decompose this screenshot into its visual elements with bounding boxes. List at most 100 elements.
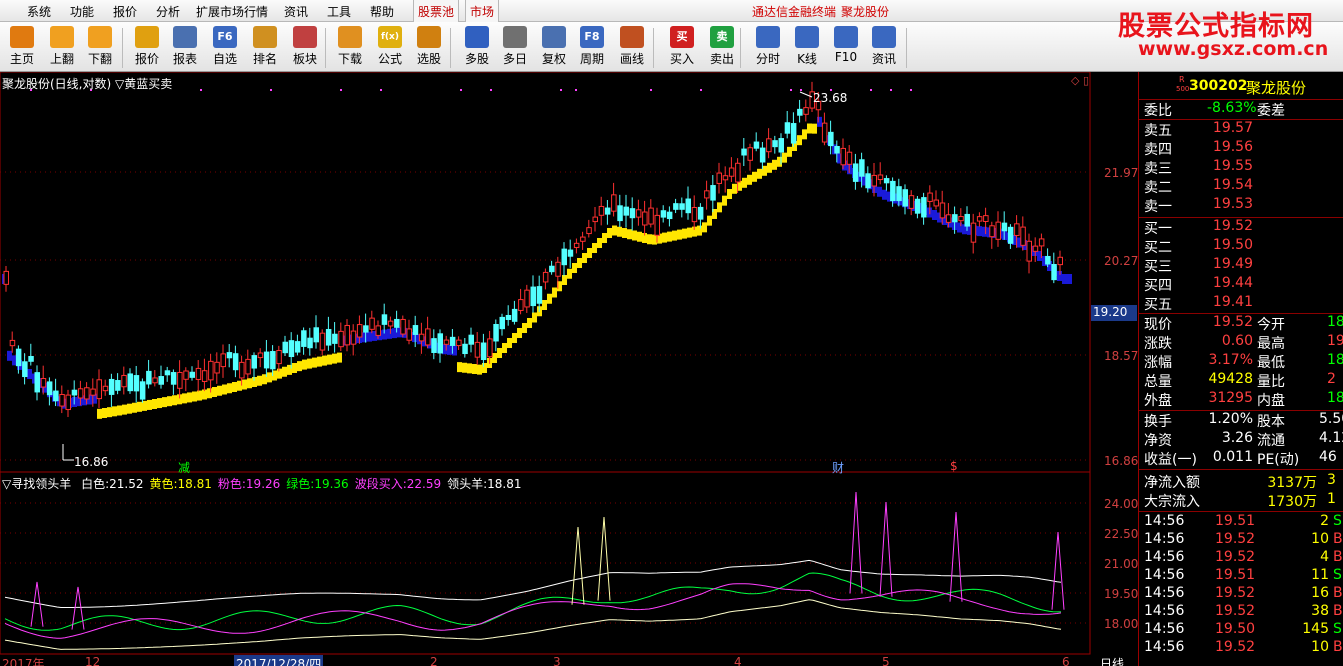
toolbar-button-clock[interactable]: 多日 [495, 24, 535, 70]
tick-row[interactable]: 14:56 19.52 16 B [1139, 585, 1343, 604]
signal-dot [575, 89, 577, 91]
toolbar-button-rank[interactable]: 排名 [245, 24, 285, 70]
ask-label: 卖三 [1144, 161, 1172, 177]
indicator-line-pink [4, 583, 1062, 639]
quote-stat-row[interactable]: 涨跌 0.60 最高 19 [1139, 333, 1343, 352]
candle-body [511, 308, 518, 322]
trend-band-mark [662, 232, 667, 243]
quote-stat-row[interactable]: 涨幅 3.17% 最低 18 [1139, 352, 1343, 371]
ask-level-row[interactable]: 卖四 19.56 [1139, 139, 1343, 158]
menu-help[interactable]: 帮助 [370, 3, 394, 20]
diamond-icon[interactable]: ◇ ▯ [1071, 74, 1089, 87]
quote-stat-row[interactable]: 总量 49428 量比 2 [1139, 371, 1343, 390]
toolbar-button-home[interactable]: 主页 [2, 24, 42, 70]
tick-row[interactable]: 14:56 19.52 10 B [1139, 639, 1343, 658]
event-marker[interactable]: $ [950, 459, 958, 473]
toolbar-button-formula[interactable]: f(x) 公式 [370, 24, 410, 70]
menu-function[interactable]: 功能 [70, 3, 94, 20]
period-label[interactable]: 日线 [1100, 655, 1124, 666]
candle-body [139, 381, 146, 400]
toolbar-button-yen[interactable]: 报价 [127, 24, 167, 70]
trend-band-mark [477, 364, 482, 375]
toolbar-button-label: 选股 [416, 52, 441, 66]
ask-level-row[interactable]: 卖三 19.55 [1139, 158, 1343, 177]
tick-qty: 10 [1311, 531, 1329, 547]
toolbar-button-draw-line[interactable]: 画线 [612, 24, 652, 70]
indicator-header: ▽寻找领头羊 白色:21.52 黄色:18.81 粉色:19.26 绿色:19.36 波… [2, 475, 522, 492]
tick-row[interactable]: 14:56 19.52 4 B [1139, 549, 1343, 568]
toolbar-button-blocks[interactable]: 板块 [285, 24, 325, 70]
menu-quote[interactable]: 报价 [113, 3, 137, 20]
financial-row[interactable]: 净资 3.26流通 4.12 [1139, 430, 1343, 449]
toolbar-button-download[interactable]: 下载 [330, 24, 370, 70]
candle-body [468, 334, 474, 345]
ask-level-row[interactable]: 卖五 19.57 [1139, 120, 1343, 139]
toolbar-button-stock-select[interactable]: 选股 [409, 24, 449, 70]
toolbar-button-kline[interactable]: K线 [787, 24, 827, 70]
menu-analysis[interactable]: 分析 [156, 3, 180, 20]
quote-stat-row[interactable]: 现价 19.52 今开 18 [1139, 314, 1343, 333]
trend-band-mark [617, 226, 622, 237]
toolbar-button-arrow-up[interactable]: 上翻 [42, 24, 82, 70]
signal-dot [910, 89, 912, 91]
menu-system[interactable]: 系统 [27, 3, 51, 20]
candle-body [685, 198, 691, 214]
ask-level-row[interactable]: 卖二 19.54 [1139, 177, 1343, 196]
menu-tools[interactable]: 工具 [327, 3, 351, 20]
bid-level-row[interactable]: 买四 19.44 [1139, 275, 1343, 294]
financial-row[interactable]: 收益(一) 0.011 PE(动) 46 [1139, 449, 1343, 468]
tick-row[interactable]: 14:56 19.51 11 S [1139, 567, 1343, 586]
fund-flow-row[interactable]: 净流入额 3137万 3 [1139, 472, 1343, 491]
bid-level-row[interactable]: 买二 19.50 [1139, 237, 1343, 256]
candle-body [704, 190, 710, 199]
tick-row[interactable]: 14:56 19.52 10 B [1139, 531, 1343, 550]
tick-row[interactable]: 14:56 19.51 2 S [1139, 513, 1343, 532]
candle-body [152, 377, 158, 384]
event-marker[interactable]: 财 [832, 459, 844, 476]
tab-stock-pool[interactable]: 股票池 [413, 0, 460, 22]
bid-label: 买五 [1144, 297, 1172, 313]
fin-value: 46 [1319, 449, 1337, 465]
trend-band-mark [517, 328, 522, 338]
tick-row[interactable]: 14:56 19.50 145 S [1139, 621, 1343, 640]
financial-row[interactable]: 换手 1.20%股本 5.50 [1139, 411, 1343, 430]
toolbar-button-rights[interactable]: 复权 [534, 24, 574, 70]
trend-band-mark [622, 228, 627, 238]
bid-level-row[interactable]: 买一 19.52 [1139, 218, 1343, 237]
toolbar-button-report[interactable]: 报表 [165, 24, 205, 70]
candle-body [741, 148, 747, 156]
event-marker[interactable]: 减 [178, 459, 190, 476]
signal-dot [200, 89, 202, 91]
chart-canvas[interactable] [0, 72, 1138, 666]
fund-flow-row[interactable]: 大宗流入 1730万 1 [1139, 491, 1343, 510]
kline-chart-area[interactable]: 聚龙股份(日线,对数) ▽黄蓝买卖 ◇ ▯ 23.68 16.86 21.97 … [0, 72, 1138, 666]
tick-row[interactable]: 14:56 19.52 38 B [1139, 603, 1343, 622]
toolbar-button-f8[interactable]: F8 周期 [572, 24, 612, 70]
toolbar-button-intraday[interactable]: 分时 [748, 24, 788, 70]
menu-extended-market[interactable]: 扩展市场行情 [196, 3, 268, 20]
bid-level-row[interactable]: 买五 19.41 [1139, 294, 1343, 313]
candle-body [1026, 240, 1032, 262]
bid-level-row[interactable]: 买三 19.49 [1139, 256, 1343, 275]
quote-stat-row[interactable]: 外盘 31295内盘 181 [1139, 390, 1343, 409]
indicator-value-label: 绿色: [286, 477, 315, 491]
toolbar-button-f10[interactable]: F10 [826, 24, 866, 70]
date-axis-label: 6 [1062, 655, 1070, 666]
menu-news[interactable]: 资讯 [284, 3, 308, 20]
candle-body [189, 371, 195, 378]
toolbar-button-sell[interactable]: 卖卖出 [702, 24, 742, 70]
toolbar-button-label: 多股 [464, 52, 489, 66]
toolbar-button-f6[interactable]: F6 自选 [205, 24, 245, 70]
trend-band-mark [932, 210, 937, 220]
toolbar-button-buy[interactable]: 买买入 [662, 24, 702, 70]
trend-band-mark [222, 384, 227, 395]
tab-market[interactable]: 市场 [465, 0, 500, 22]
candle-body [3, 270, 9, 285]
toolbar-button-news[interactable]: 资讯 [864, 24, 904, 70]
toolbar-button-arrow-down[interactable]: 下翻 [80, 24, 120, 70]
candle-body [344, 324, 350, 346]
ask-level-row[interactable]: 卖一 19.53 [1139, 196, 1343, 215]
candle-body [592, 216, 598, 223]
candle-body [307, 337, 313, 349]
toolbar-button-multi-stock[interactable]: 多股 [457, 24, 497, 70]
